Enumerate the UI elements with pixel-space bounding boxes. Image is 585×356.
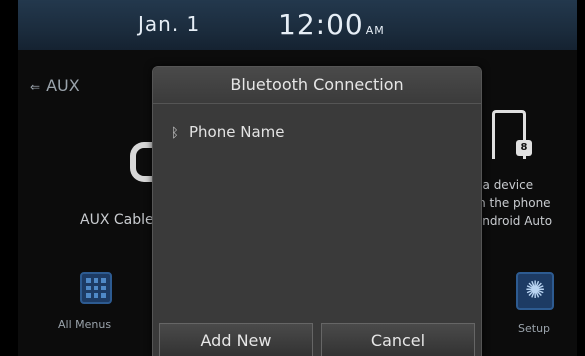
source-indicator: ⇐ AUX: [30, 76, 80, 95]
connect-device-text[interactable]: t a device m the phone Android Auto: [474, 176, 584, 230]
paired-device-item[interactable]: ᛒ Phone Name: [171, 123, 285, 141]
bluetooth-icon: ᛒ: [171, 126, 179, 141]
phone-lock-icon[interactable]: 8: [492, 110, 532, 162]
lock-icon: 8: [516, 140, 532, 156]
gear-icon[interactable]: ✺: [516, 272, 554, 310]
all-menus-label[interactable]: All Menus: [58, 318, 111, 331]
source-label: AUX: [46, 76, 80, 95]
cancel-button[interactable]: Cancel: [321, 323, 475, 356]
menu-grid-icon[interactable]: [80, 272, 112, 304]
source-arrow-icon: ⇐: [30, 80, 41, 94]
head-unit-screen: Jan. 1 12:00AM ⇐ AUX AUX Cable 8 t a devi…: [0, 0, 585, 356]
add-new-button[interactable]: Add New: [159, 323, 313, 356]
status-bar: Jan. 1 12:00 AM: [18, 0, 577, 51]
setup-label[interactable]: Setup: [518, 322, 550, 335]
status-date: Jan. 1: [138, 12, 201, 36]
device-name: Phone Name: [189, 123, 285, 141]
bluetooth-connection-dialog: Bluetooth Connection ᛒ Phone Name Add New…: [152, 66, 482, 356]
dialog-title: Bluetooth Connection: [153, 67, 481, 104]
time-ampm: AM: [365, 24, 385, 37]
bezel-right: [577, 0, 585, 356]
bezel-left: [0, 0, 18, 356]
status-time: 12:00 AM: [278, 8, 385, 41]
aux-cable-label[interactable]: AUX Cable: [80, 212, 154, 228]
time-value: 12:00: [278, 8, 364, 41]
